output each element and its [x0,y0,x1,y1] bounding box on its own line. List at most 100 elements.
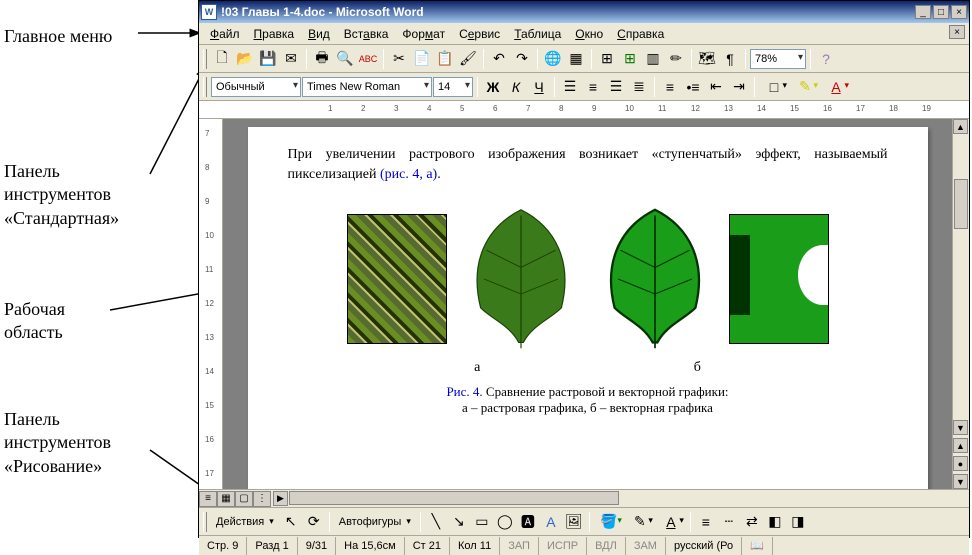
outline-view-icon[interactable]: ⋮ [253,491,271,507]
menu-edit[interactable]: Правка [247,25,302,43]
menu-format[interactable]: Формат [395,25,452,43]
fontsize-combo[interactable]: 14 [433,77,473,97]
print-view-icon[interactable]: ▢ [235,491,253,507]
line-style-icon[interactable]: ≡ [695,511,717,533]
underline-icon[interactable]: Ч [528,76,550,98]
format-painter-icon[interactable]: 🖌 [457,48,479,70]
cut-icon[interactable]: ✂ [388,48,410,70]
style-combo[interactable]: Обычный [211,77,301,97]
help-icon[interactable]: ? [815,48,837,70]
minimize-button[interactable]: _ [915,5,931,19]
highlight-dropdown[interactable]: ✎ [790,76,820,98]
scroll-up-icon[interactable]: ▲ [953,119,968,134]
next-page-icon[interactable]: ▼ [953,474,968,489]
hscroll-thumb[interactable] [289,491,619,505]
close-button[interactable]: × [951,5,967,19]
clipart-icon[interactable]: 🖼 [563,511,585,533]
zoom-combo[interactable]: 78% [750,49,806,69]
toolbar-handle[interactable] [203,77,207,97]
mail-icon[interactable]: ✉ [280,48,302,70]
oval-icon[interactable]: ◯ [494,511,516,533]
align-left-icon[interactable]: ☰ [559,76,581,98]
menu-table[interactable]: Таблица [507,25,568,43]
label-standard-toolbar: Панель инструментов «Стандартная» [4,160,119,230]
menu-window[interactable]: Окно [568,25,610,43]
bold-icon[interactable]: Ж [482,76,504,98]
toolbar-handle[interactable] [203,512,207,532]
status-book-icon[interactable]: 📖 [742,537,773,555]
rotate-icon[interactable]: ⟳ [303,511,325,533]
open-icon[interactable]: 📂 [234,48,256,70]
status-ovr[interactable]: ЗАМ [626,537,666,555]
arrow-style-icon[interactable]: ⇄ [741,511,763,533]
arrow-icon[interactable]: ↘ [448,511,470,533]
menu-view[interactable]: Вид [301,25,337,43]
status-lang[interactable]: русский (Ро [666,537,742,555]
normal-view-icon[interactable]: ≡ [199,491,217,507]
status-ext[interactable]: ВДЛ [587,537,626,555]
horizontal-scrollbar[interactable]: ◀ ▶ [273,491,967,507]
prev-page-icon[interactable]: ▲ [953,438,968,453]
align-justify-icon[interactable]: ≣ [628,76,650,98]
align-right-icon[interactable]: ☰ [605,76,627,98]
increase-indent-icon[interactable]: ⇥ [728,76,750,98]
textbox-icon[interactable]: 🅰 [517,511,539,533]
spellcheck-icon[interactable]: ABC [357,48,379,70]
print-preview-icon[interactable]: 🔍 [334,48,356,70]
new-doc-icon[interactable]: 🗋 [211,48,233,70]
italic-icon[interactable]: К [505,76,527,98]
menu-help[interactable]: Справка [610,25,671,43]
menu-insert[interactable]: Вставка [337,25,396,43]
font-color-dropdown[interactable]: A [821,76,851,98]
menu-file[interactable]: Файл [203,25,247,43]
print-icon[interactable]: 🖶 [311,48,333,70]
document-view[interactable]: При увеличении растрового изображения во… [223,119,952,489]
select-objects-icon[interactable]: ↖ [280,511,302,533]
doc-close-button[interactable]: × [949,25,965,39]
decrease-indent-icon[interactable]: ⇤ [705,76,727,98]
web-view-icon[interactable]: ▦ [217,491,235,507]
actions-menu[interactable]: Действия [211,513,279,531]
line-color-icon[interactable]: ✎ [625,511,655,533]
doc-map-icon[interactable]: 🗺 [696,48,718,70]
rectangle-icon[interactable]: ▭ [471,511,493,533]
excel-icon[interactable]: ⊞ [619,48,641,70]
browse-object-icon[interactable]: ● [953,456,968,471]
font-color-icon[interactable]: A [656,511,686,533]
vertical-ruler[interactable]: 7891011121314151617 [199,119,223,489]
numbered-list-icon[interactable]: ≡ [659,76,681,98]
copy-icon[interactable]: 📄 [411,48,433,70]
fill-color-icon[interactable]: 🪣 [594,511,624,533]
undo-icon[interactable]: ↶ [488,48,510,70]
scroll-thumb[interactable] [954,179,968,229]
align-center-icon[interactable]: ≡ [582,76,604,98]
horizontal-ruler[interactable]: 12345678910111213141516171819 [199,101,969,119]
wordart-icon[interactable]: A [540,511,562,533]
redo-icon[interactable]: ↷ [511,48,533,70]
menu-service[interactable]: Сервис [452,25,507,43]
hyperlink-icon[interactable]: 🌐 [542,48,564,70]
maximize-button[interactable]: □ [933,5,949,19]
status-rec[interactable]: ЗАП [500,537,539,555]
save-icon[interactable]: 💾 [257,48,279,70]
figure-vector-zoom [729,214,829,344]
autoshapes-menu[interactable]: Автофигуры [334,513,416,531]
show-para-icon[interactable]: ¶ [719,48,741,70]
shadow-icon[interactable]: ◧ [764,511,786,533]
tables-borders-icon[interactable]: ▦ [565,48,587,70]
toolbar-handle[interactable] [203,49,207,69]
3d-icon[interactable]: ◨ [787,511,809,533]
border-dropdown[interactable]: □ [759,76,789,98]
drawing-icon[interactable]: ✏ [665,48,687,70]
paste-icon[interactable]: 📋 [434,48,456,70]
line-icon[interactable]: ╲ [425,511,447,533]
insert-table-icon[interactable]: ⊞ [596,48,618,70]
scroll-right-icon[interactable]: ▶ [273,491,288,506]
font-combo[interactable]: Times New Roman [302,77,432,97]
scroll-down-icon[interactable]: ▼ [953,420,968,435]
status-trk[interactable]: ИСПР [539,537,587,555]
vertical-scrollbar[interactable]: ▲ ▼ ▲ ● ▼ [952,119,969,489]
bullet-list-icon[interactable]: •≡ [682,76,704,98]
dash-style-icon[interactable]: ┄ [718,511,740,533]
columns-icon[interactable]: ▥ [642,48,664,70]
